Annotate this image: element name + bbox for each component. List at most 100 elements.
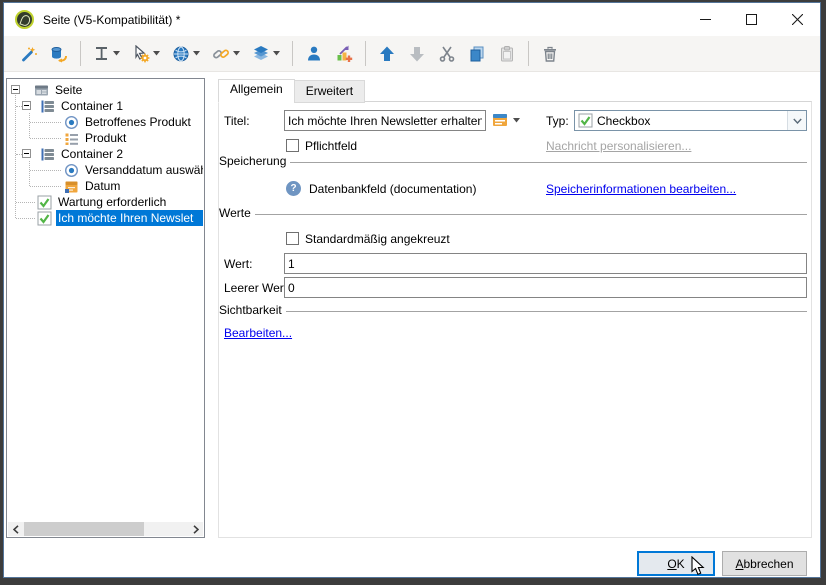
chevron-left-icon [12,524,19,534]
row-height-icon [96,47,107,60]
close-button[interactable] [774,3,820,36]
tree-item-wartung[interactable]: Wartung erforderlich [8,194,203,210]
toolbar-separator [528,41,529,66]
chevron-down-icon [153,51,160,56]
minimize-button[interactable] [682,3,728,36]
tab-bar: Allgemein Erweitert [218,79,366,103]
checkbox-checked-icon [37,211,52,226]
werte-label: Werte [219,206,251,220]
window-title: Seite (V5-Kompatibilität) * [43,12,181,27]
chevron-down-icon [513,118,520,123]
combo-dropdown-button[interactable] [787,111,806,130]
copy-button[interactable] [464,41,490,67]
magic-wand-icon [22,46,37,61]
standard-angekreuzt-checkbox[interactable] [286,232,299,245]
tab-allgemein[interactable]: Allgemein [218,79,295,103]
move-down-button[interactable] [404,41,430,67]
tab-page-allgemein: Titel: Typ: Checkbox Pflichtfeld Nachric… [218,101,812,538]
collapse-icon[interactable] [11,85,20,94]
pointer-settings-icon [135,44,150,62]
werte-group: Werte [219,206,807,220]
checkbox-checked-icon [37,195,52,210]
add-element-icon [337,45,353,62]
group-rule [285,311,807,317]
globe-button[interactable] [168,41,204,67]
tree-item-produkt[interactable]: Produkt [8,130,203,146]
paste-button[interactable] [494,41,520,67]
close-icon [791,14,803,25]
hyperlink-button[interactable] [208,41,244,67]
calendar-icon [64,179,79,194]
tree-item-betroffenes-produkt[interactable]: Betroffenes Produkt [8,114,203,130]
database-revert-icon [51,46,67,62]
arrow-down-icon [410,46,424,61]
row-height-button[interactable] [89,41,124,66]
copy-icon [470,46,484,61]
cut-button[interactable] [434,41,460,67]
collapse-icon[interactable] [22,149,31,158]
typ-value: Checkbox [597,113,651,128]
title-bar: Seite (V5-Kompatibilität) * [4,3,820,36]
title-style-button[interactable] [491,111,509,129]
pflichtfeld-checkbox[interactable] [286,139,299,152]
wert-input[interactable] [284,253,807,274]
magic-wand-button[interactable] [16,41,42,67]
layers-button[interactable] [248,41,284,67]
page-structure-tree: Seite Container 1 Betroffenes Produkt Pr… [6,78,205,538]
app-icon [15,10,34,29]
tree-item-newsletter[interactable]: Ich möchte Ihren Newslet [8,210,203,226]
typ-combobox[interactable]: Checkbox [574,110,807,131]
bearbeiten-link[interactable]: Bearbeiten... [224,326,292,340]
nachricht-personalisieren-link: Nachricht personalisieren... [546,139,692,153]
scroll-right-button[interactable] [188,522,203,536]
cancel-button[interactable]: Abbrechen [722,551,807,576]
container-icon [40,147,55,162]
group-rule [254,214,807,220]
collapse-icon[interactable] [22,101,31,110]
person-button[interactable] [301,41,327,67]
pflichtfeld-label: Pflichtfeld [305,139,358,153]
list-icon [64,131,79,146]
chevron-down-icon [273,51,280,56]
group-rule [290,162,807,168]
trash-icon [544,46,556,62]
toolbar-separator [80,41,81,66]
maximize-button[interactable] [728,3,774,36]
radio-icon [64,115,79,130]
tree-item-versanddatum[interactable]: Versanddatum auswäh [8,162,203,178]
sichtbarkeit-label: Sichtbarkeit [219,303,282,317]
tree-item-seite[interactable]: Seite [8,82,203,98]
delete-button[interactable] [537,41,563,67]
arrow-up-icon [380,46,394,61]
toolbar-separator [292,41,293,66]
selected-tree-label: Ich möchte Ihren Newslet [56,210,203,226]
scrollbar-thumb[interactable] [24,522,144,536]
chevron-down-icon [193,51,200,56]
tree-item-datum[interactable]: Datum [8,178,203,194]
horizontal-scrollbar[interactable] [8,522,203,536]
leerer-wert-label: Leerer Wert: [224,281,291,295]
form-field-icon [493,114,507,126]
scroll-left-button[interactable] [8,522,23,536]
toolbar [4,36,820,72]
hyperlink-icon [213,48,229,58]
database-revert-button[interactable] [46,41,72,67]
toolbar-separator [365,41,366,66]
leerer-wert-input[interactable] [284,277,807,298]
pointer-settings-button[interactable] [128,41,164,67]
titel-input[interactable] [284,110,486,131]
radio-icon [64,163,79,178]
add-element-button[interactable] [331,41,357,67]
person-icon [308,46,320,60]
tab-erweitert[interactable]: Erweitert [293,80,366,103]
tree-item-container-2[interactable]: Container 2 [8,146,203,162]
standard-angekreuzt-label: Standardmäßig angekreuzt [305,232,450,246]
tree-body: Seite Container 1 Betroffenes Produkt Pr… [8,80,203,522]
move-up-button[interactable] [374,41,400,67]
title-style-dropdown[interactable] [513,118,520,123]
tree-item-container-1[interactable]: Container 1 [8,98,203,114]
speicherinformationen-link[interactable]: Speicherinformationen bearbeiten... [546,182,736,196]
dialog-window: Seite (V5-Kompatibilität) * Seite Contai… [3,2,821,578]
container-icon [40,99,55,114]
chevron-down-icon [792,118,802,124]
